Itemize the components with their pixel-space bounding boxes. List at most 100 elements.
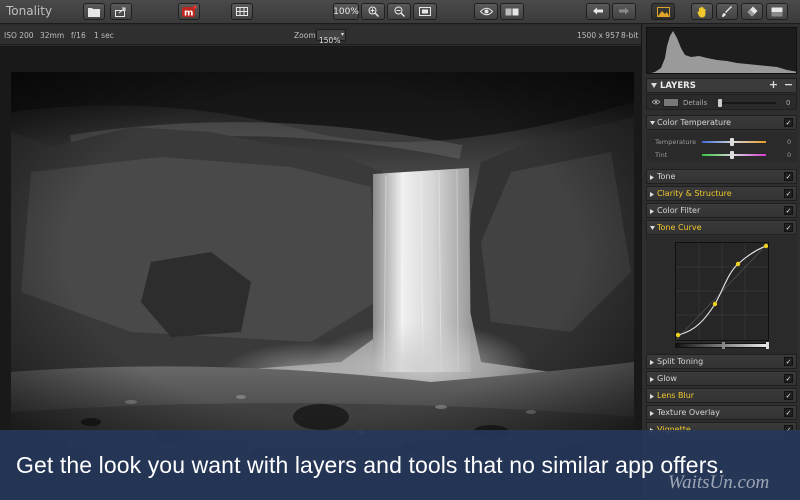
section-split-toning[interactable]: Split Toning ✓ xyxy=(646,354,797,369)
section-label: Clarity & Structure xyxy=(657,189,732,198)
zoom-in-icon xyxy=(368,6,379,17)
zoom-out-button[interactable] xyxy=(387,3,411,20)
folder-icon xyxy=(88,7,100,17)
zoom-100-button[interactable]: 100% xyxy=(333,3,359,20)
visibility-eye-icon[interactable] xyxy=(652,99,660,105)
zoom-in-button[interactable] xyxy=(361,3,385,20)
grid-view-icon xyxy=(236,7,248,16)
disclosure-closed-icon xyxy=(650,360,654,365)
enable-checkbox[interactable]: ✓ xyxy=(784,223,793,232)
eraser-icon xyxy=(747,6,758,17)
enable-checkbox[interactable]: ✓ xyxy=(784,189,793,198)
section-label: Texture Overlay xyxy=(657,408,720,417)
redo-button[interactable] xyxy=(612,3,636,20)
disclosure-closed-icon xyxy=(650,377,654,382)
layer-row[interactable]: Details 0 xyxy=(646,94,797,110)
fit-to-screen-button[interactable] xyxy=(413,3,437,20)
split-view-button[interactable] xyxy=(500,3,524,20)
tint-slider[interactable] xyxy=(702,154,766,156)
enable-checkbox[interactable]: ✓ xyxy=(784,206,793,215)
section-label: Tone Curve xyxy=(657,223,702,232)
layer-opacity-slider[interactable] xyxy=(718,102,776,104)
redo-icon xyxy=(619,7,629,15)
add-layer-button[interactable]: + xyxy=(768,79,779,91)
preview-toggle-button[interactable] xyxy=(474,3,498,20)
section-color-temperature[interactable]: Color Temperature ✓ xyxy=(646,115,797,130)
share-button[interactable] xyxy=(110,3,132,20)
focal-length-value: 32mm xyxy=(40,31,65,40)
disclosure-open-icon[interactable] xyxy=(651,83,657,88)
undo-icon xyxy=(593,7,603,15)
layer-opacity-value: 0 xyxy=(786,99,791,107)
photo-image xyxy=(11,72,634,472)
image-info-bar: ISO 200 32mm f/16 1 sec Zoom 150% ▾ 1500… xyxy=(0,25,641,45)
disclosure-open-icon xyxy=(650,121,655,125)
zoom-select-value: 150% xyxy=(319,36,341,45)
enable-checkbox[interactable]: ✓ xyxy=(784,172,793,181)
temperature-value: 0 xyxy=(787,138,792,146)
temperature-slider[interactable] xyxy=(702,141,766,143)
section-color-filter[interactable]: Color Filter ✓ xyxy=(646,203,797,218)
layers-title: LAYERS xyxy=(660,81,696,91)
section-clarity-structure[interactable]: Clarity & Structure ✓ xyxy=(646,186,797,201)
section-label: Lens Blur xyxy=(657,391,695,400)
section-label: Color Temperature xyxy=(657,118,732,127)
hand-tool-button[interactable] xyxy=(691,3,713,20)
gradient-icon xyxy=(771,7,783,16)
zoom-select[interactable]: 150% ▾ xyxy=(316,29,346,45)
enable-checkbox[interactable]: ✓ xyxy=(784,357,793,366)
tone-curve-graph[interactable] xyxy=(675,242,769,341)
tint-value: 0 xyxy=(787,151,792,159)
iso-value: ISO 200 xyxy=(4,31,34,40)
gradient-tool-button[interactable] xyxy=(766,3,788,20)
brush-icon xyxy=(722,5,732,17)
section-texture-overlay[interactable]: Texture Overlay ✓ xyxy=(646,405,797,420)
tone-curve-range-slider[interactable] xyxy=(675,342,769,349)
image-dimensions: 1500 x 957 xyxy=(577,31,620,40)
bit-depth: 8-bit xyxy=(621,31,639,40)
open-folder-button[interactable] xyxy=(83,3,105,20)
disclosure-closed-icon xyxy=(650,192,654,197)
range-midpoint-knob[interactable] xyxy=(722,342,725,349)
promo-caption-text: Get the look you want with layers and to… xyxy=(16,452,725,478)
zoom-100-label: 100% xyxy=(333,6,359,17)
temperature-knob[interactable] xyxy=(730,138,734,146)
section-tone-curve[interactable]: Tone Curve ✓ xyxy=(646,220,797,235)
layer-opacity-knob[interactable] xyxy=(718,99,722,107)
waterfall-photo xyxy=(11,72,634,472)
remove-layer-button[interactable]: − xyxy=(783,79,794,91)
watermark-text: WaitsUn.com xyxy=(668,472,770,493)
image-view-button[interactable] xyxy=(651,3,675,20)
color-temperature-controls: Temperature 0 Tint 0 xyxy=(646,132,797,162)
enable-checkbox[interactable]: ✓ xyxy=(784,118,793,127)
brush-tool-button[interactable] xyxy=(716,3,738,20)
section-label: Color Filter xyxy=(657,206,701,215)
adjustments-panel: LAYERS + − Details 0 Color Temperature ✓… xyxy=(641,24,800,500)
enable-checkbox[interactable]: ✓ xyxy=(784,391,793,400)
zoom-out-icon xyxy=(394,6,405,17)
plugin-m-button[interactable]: m xyxy=(178,3,200,20)
range-white-knob[interactable] xyxy=(766,342,769,349)
enable-checkbox[interactable]: ✓ xyxy=(784,374,793,383)
shutter-speed-value: 1 sec xyxy=(94,31,114,40)
tint-label: Tint xyxy=(655,151,668,159)
compare-layout-button[interactable] xyxy=(231,3,253,20)
hand-icon xyxy=(696,6,705,17)
zoom-label: Zoom xyxy=(294,31,316,40)
main-toolbar: Tonality m 100% xyxy=(0,0,800,24)
undo-button[interactable] xyxy=(586,3,610,20)
split-view-icon xyxy=(505,8,519,15)
app-title: Tonality xyxy=(6,4,53,18)
section-tone[interactable]: Tone ✓ xyxy=(646,169,797,184)
image-icon xyxy=(656,6,670,17)
svg-text:m: m xyxy=(184,9,193,19)
enable-checkbox[interactable]: ✓ xyxy=(784,408,793,417)
tint-row: Tint 0 xyxy=(646,149,797,161)
section-lens-blur[interactable]: Lens Blur ✓ xyxy=(646,388,797,403)
eraser-tool-button[interactable] xyxy=(741,3,763,20)
section-glow[interactable]: Glow ✓ xyxy=(646,371,797,386)
tint-knob[interactable] xyxy=(730,151,734,159)
temperature-row: Temperature 0 xyxy=(646,136,797,148)
fit-screen-icon xyxy=(419,7,431,16)
layer-thumbnail xyxy=(663,98,679,107)
